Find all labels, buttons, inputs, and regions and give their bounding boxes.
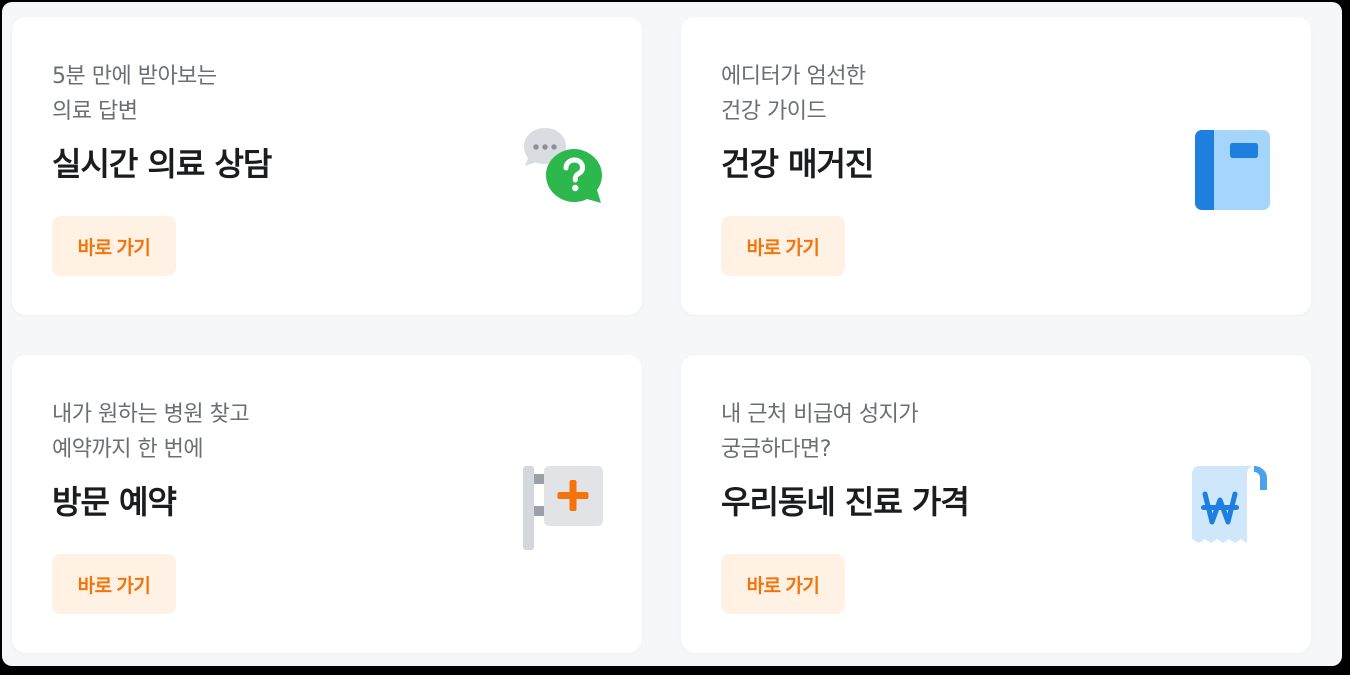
card-subtitle-line: 건강 가이드 — [721, 99, 827, 124]
card-subtitle-line: 예약까지 한 번에 — [52, 437, 204, 462]
card-subtitle: 5분 만에 받아보는 의료 답변 — [52, 59, 472, 129]
card-subtitle-line: 내 근처 비급여 성지가 — [721, 402, 919, 427]
card-subtitle-line: 궁금하다면? — [721, 437, 831, 462]
card-health-magazine[interactable]: 에디터가 엄선한 건강 가이드 건강 매거진 바로 가기 — [681, 17, 1311, 315]
chat-question-icon — [517, 122, 607, 212]
go-button[interactable]: 바로 가기 — [721, 554, 845, 614]
card-title: 우리동네 진료 가격 — [721, 483, 970, 521]
card-title: 방문 예약 — [52, 483, 177, 521]
hospital-sign-icon — [517, 460, 607, 550]
card-title: 건강 매거진 — [721, 145, 874, 183]
card-title: 실시간 의료 상담 — [52, 145, 272, 183]
go-button[interactable]: 바로 가기 — [52, 216, 176, 276]
card-subtitle: 에디터가 엄선한 건강 가이드 — [721, 59, 1141, 129]
card-subtitle-line: 의료 답변 — [52, 99, 138, 124]
card-subtitle-line: 에디터가 엄선한 — [721, 64, 866, 89]
card-subtitle: 내가 원하는 병원 찾고 예약까지 한 번에 — [52, 397, 472, 467]
card-local-treatment-prices[interactable]: 내 근처 비급여 성지가 궁금하다면? 우리동네 진료 가격 바로 가기 — [681, 355, 1311, 653]
card-subtitle-line: 내가 원하는 병원 찾고 — [52, 402, 250, 427]
card-subtitle: 내 근처 비급여 성지가 궁금하다면? — [721, 397, 1141, 467]
card-subtitle-line: 5분 만에 받아보는 — [52, 64, 217, 89]
card-live-medical-consult[interactable]: 5분 만에 받아보는 의료 답변 실시간 의료 상담 바로 가기 — [12, 17, 642, 315]
won-receipt-icon — [1186, 460, 1276, 550]
service-menu: 5분 만에 받아보는 의료 답변 실시간 의료 상담 바로 가기 에디터가 엄선… — [2, 2, 1342, 666]
go-button[interactable]: 바로 가기 — [721, 216, 845, 276]
go-button[interactable]: 바로 가기 — [52, 554, 176, 614]
card-visit-reservation[interactable]: 내가 원하는 병원 찾고 예약까지 한 번에 방문 예약 바로 가기 — [12, 355, 642, 653]
book-icon — [1186, 122, 1276, 212]
